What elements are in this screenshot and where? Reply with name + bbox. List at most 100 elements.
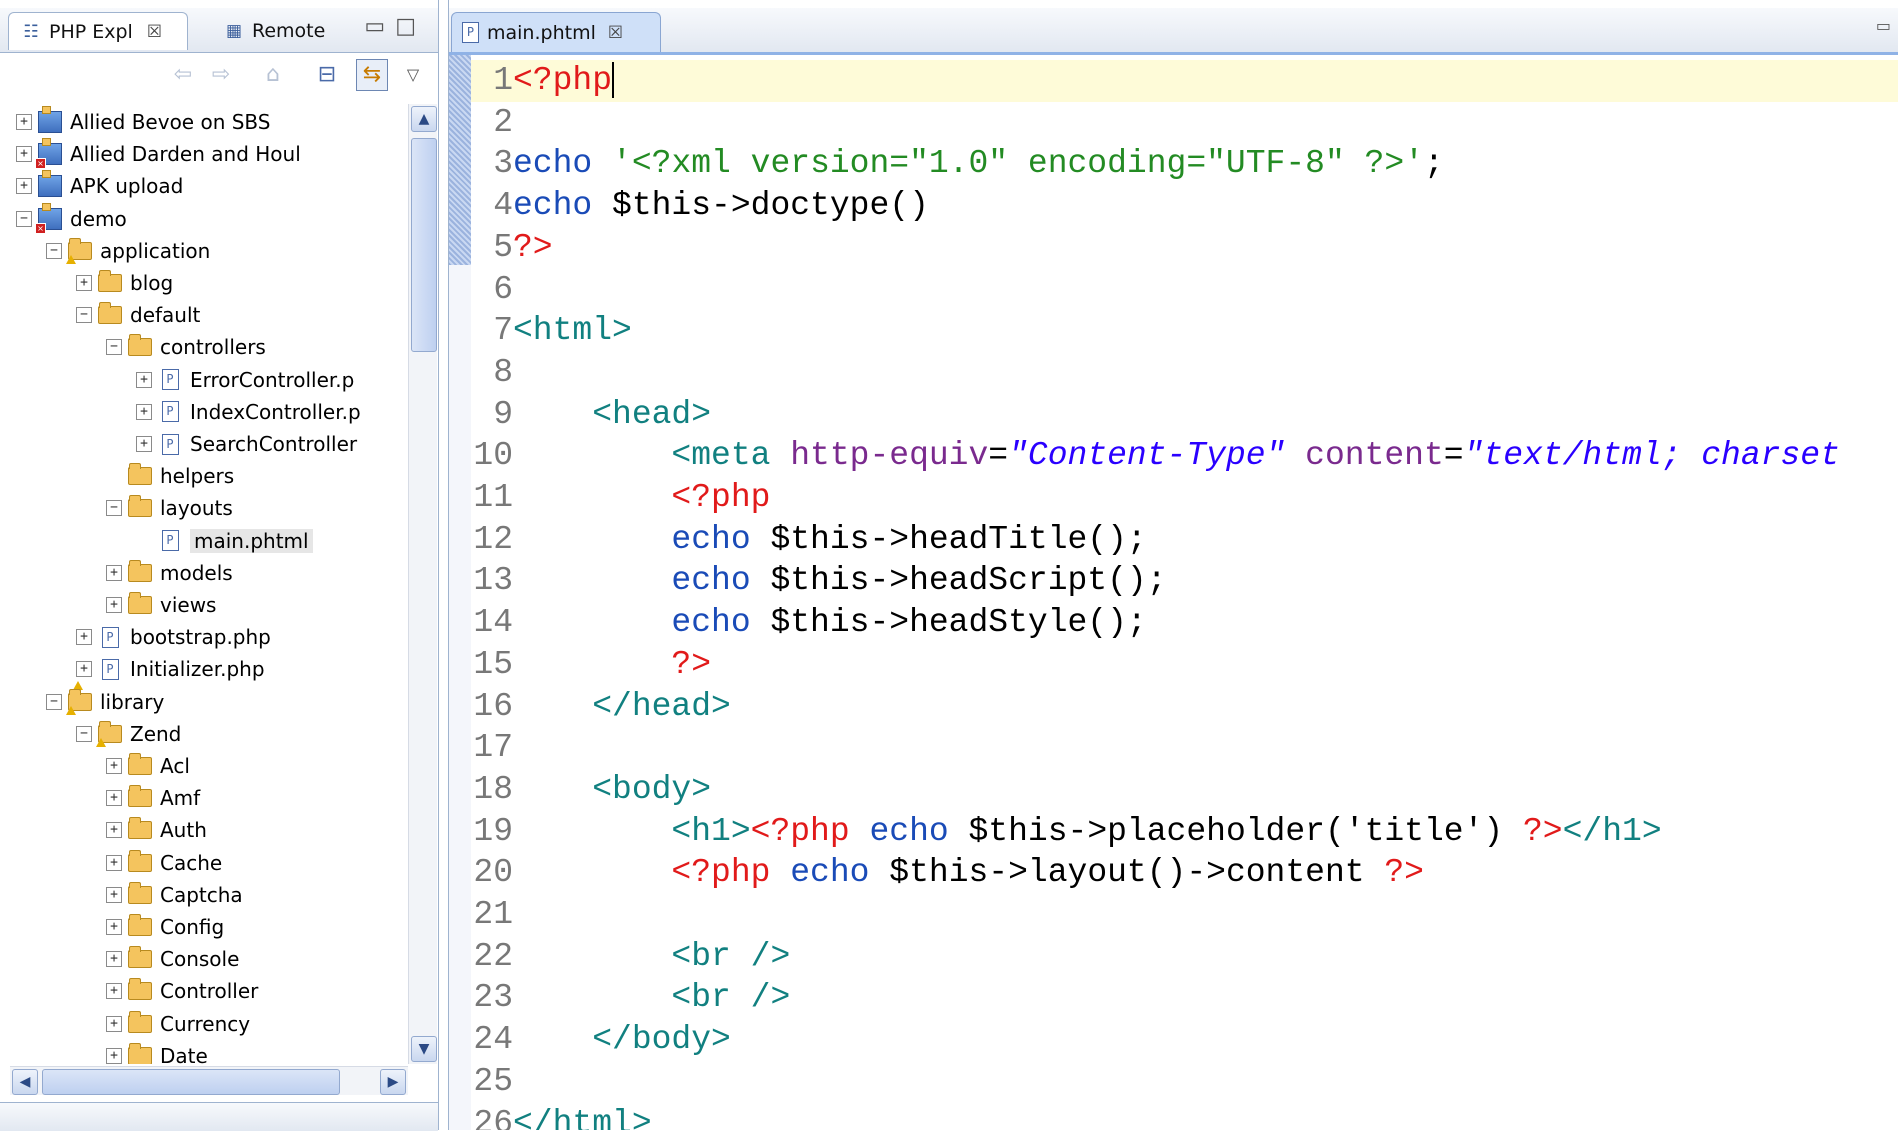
code-line[interactable]: 17 — [471, 727, 1898, 769]
scroll-thumb-horizontal[interactable] — [42, 1069, 340, 1095]
code-line[interactable]: 9 <head> — [471, 394, 1898, 436]
collapse-toggle-icon[interactable]: − — [106, 339, 122, 356]
expand-toggle-icon[interactable]: + — [106, 822, 122, 839]
expand-toggle-icon[interactable]: + — [76, 661, 92, 678]
code-line[interactable]: 6 — [471, 269, 1898, 311]
code-line[interactable]: 15 ?> — [471, 644, 1898, 686]
code-line[interactable]: 4echo $this->doctype() — [471, 185, 1898, 227]
expand-toggle-icon[interactable]: + — [76, 275, 92, 291]
close-tab-icon[interactable]: ☒ — [147, 22, 162, 42]
tree-item[interactable]: + views — [106, 589, 216, 621]
tree-item[interactable]: + Date — [106, 1040, 208, 1064]
tree-item[interactable]: Pmain.phtml — [136, 525, 313, 557]
tree-item[interactable]: − default — [76, 299, 200, 331]
code-line[interactable]: 8 — [471, 352, 1898, 394]
expand-toggle-icon[interactable]: + — [106, 919, 122, 935]
code-line[interactable]: 7<html> — [471, 310, 1898, 352]
code-line[interactable]: 10 <meta http-equiv="Content-Type" conte… — [471, 435, 1898, 477]
expand-toggle-icon[interactable]: + — [106, 886, 122, 903]
tree-item[interactable]: − Zend — [76, 718, 181, 750]
view-menu-icon[interactable]: ▽ — [398, 60, 428, 90]
tree-item[interactable]: − × demo — [16, 202, 127, 235]
forward-icon[interactable]: ⇨ — [206, 60, 236, 90]
tree-item[interactable]: − library — [46, 686, 164, 718]
collapse-toggle-icon[interactable]: − — [106, 500, 122, 517]
code-area[interactable]: 1<?php 2 3echo '<?xml version="1.0" encodi… — [471, 60, 1898, 1130]
maximize-icon[interactable]: □ — [395, 14, 426, 39]
tab-php-explorer[interactable]: ☷ PHP Expl ☒ — [8, 12, 188, 50]
code-line[interactable]: 25 — [471, 1061, 1898, 1103]
expand-toggle-icon[interactable]: + — [136, 371, 152, 388]
code-line[interactable]: 20 <?php echo $this->layout()->content ?… — [471, 852, 1898, 894]
close-tab-icon[interactable]: ☒ — [608, 23, 623, 43]
scroll-thumb[interactable] — [411, 138, 437, 352]
tree-item[interactable]: − layouts — [106, 492, 233, 524]
back-icon[interactable]: ⇦ — [168, 60, 198, 90]
code-line[interactable]: 1<?php — [471, 60, 1898, 102]
tree-item[interactable]: + Currency — [106, 1008, 250, 1040]
tree-item[interactable]: + Captcha — [106, 879, 243, 911]
collapse-toggle-icon[interactable]: − — [46, 242, 62, 259]
code-line[interactable]: 26</html> — [471, 1103, 1898, 1131]
tree-item[interactable]: + × Allied Darden and Houl — [16, 138, 301, 170]
expand-toggle-icon[interactable]: + — [106, 1047, 122, 1064]
scroll-right-icon[interactable]: ▶ — [380, 1069, 406, 1095]
code-line[interactable]: 2 — [471, 102, 1898, 144]
scroll-up-icon[interactable]: ▲ — [411, 106, 437, 132]
tree-item[interactable]: + Auth — [106, 814, 207, 846]
link-with-editor-icon[interactable]: ⇆ — [356, 59, 388, 91]
expand-toggle-icon[interactable]: + — [106, 564, 122, 581]
tree-item[interactable]: + Acl — [106, 750, 190, 782]
tree-item[interactable]: + P Initializer.php — [73, 653, 265, 691]
code-line[interactable]: 23 <br /> — [471, 977, 1898, 1019]
code-line[interactable]: 18 <body> — [471, 769, 1898, 811]
code-line[interactable]: 13 echo $this->headScript(); — [471, 560, 1898, 602]
code-line[interactable]: 19 <h1><?php echo $this->placeholder('ti… — [471, 811, 1898, 853]
code-line[interactable]: 5?> — [471, 227, 1898, 269]
expand-toggle-icon[interactable]: + — [106, 597, 122, 613]
expand-toggle-icon[interactable]: + — [16, 146, 32, 163]
expand-toggle-icon[interactable]: + — [106, 951, 122, 968]
tab-main-phtml[interactable]: P main.phtml ☒ — [451, 12, 661, 52]
tree-item[interactable]: + P IndexController.p — [136, 396, 361, 428]
expand-toggle-icon[interactable]: + — [76, 629, 92, 646]
tree-item[interactable]: + P ErrorController.p — [136, 364, 354, 396]
tab-remote[interactable]: ▦ Remote — [206, 12, 356, 50]
tree-item[interactable]: + Config — [106, 911, 224, 943]
collapse-toggle-icon[interactable]: − — [76, 725, 92, 742]
scroll-down-icon[interactable]: ▼ — [411, 1036, 437, 1062]
code-line[interactable]: 11 <?php — [471, 477, 1898, 519]
horizontal-scrollbar[interactable]: ◀ ▶ — [10, 1066, 408, 1095]
expand-toggle-icon[interactable]: + — [106, 1015, 122, 1032]
collapse-toggle-icon[interactable]: − — [76, 307, 92, 324]
overview-ruler[interactable] — [449, 55, 471, 1130]
collapse-all-icon[interactable]: ⊟ — [312, 60, 342, 90]
tree-item[interactable]: + Cache — [106, 847, 222, 879]
tree-item[interactable]: + Console — [106, 943, 239, 975]
tree-item[interactable]: + APK upload — [16, 170, 183, 202]
tree-item[interactable]: − application — [46, 235, 210, 267]
expand-toggle-icon[interactable]: + — [106, 854, 122, 871]
tree-item[interactable]: + Controller — [106, 975, 258, 1007]
scroll-left-icon[interactable]: ◀ — [12, 1069, 38, 1095]
tree-item[interactable]: + Pbootstrap.php — [76, 621, 271, 653]
expand-toggle-icon[interactable]: + — [106, 758, 122, 774]
code-line[interactable]: 22 <br /> — [471, 936, 1898, 978]
tree-item[interactable]: helpers — [106, 460, 234, 492]
tree-item[interactable]: + Amf — [106, 782, 200, 814]
tree-item[interactable]: − controllers — [106, 331, 266, 363]
expand-toggle-icon[interactable]: + — [106, 790, 122, 807]
code-line[interactable]: 12 echo $this->headTitle(); — [471, 519, 1898, 561]
tree-item[interactable]: + blog — [76, 267, 173, 299]
code-line[interactable]: 24 </body> — [471, 1019, 1898, 1061]
tree-item[interactable]: + Allied Bevoe on SBS — [16, 106, 271, 138]
code-line[interactable]: 3echo '<?xml version="1.0" encoding="UTF… — [471, 143, 1898, 185]
expand-toggle-icon[interactable]: + — [136, 403, 152, 420]
code-line[interactable]: 16 </head> — [471, 686, 1898, 728]
expand-toggle-icon[interactable]: + — [16, 114, 32, 130]
tree-item[interactable]: + models — [106, 557, 233, 589]
expand-toggle-icon[interactable]: + — [136, 436, 152, 452]
minimize-icon[interactable]: ▭ — [1876, 16, 1891, 35]
up-icon[interactable]: ⌂ — [258, 60, 288, 90]
minimize-icon[interactable]: ▭ — [364, 14, 395, 39]
